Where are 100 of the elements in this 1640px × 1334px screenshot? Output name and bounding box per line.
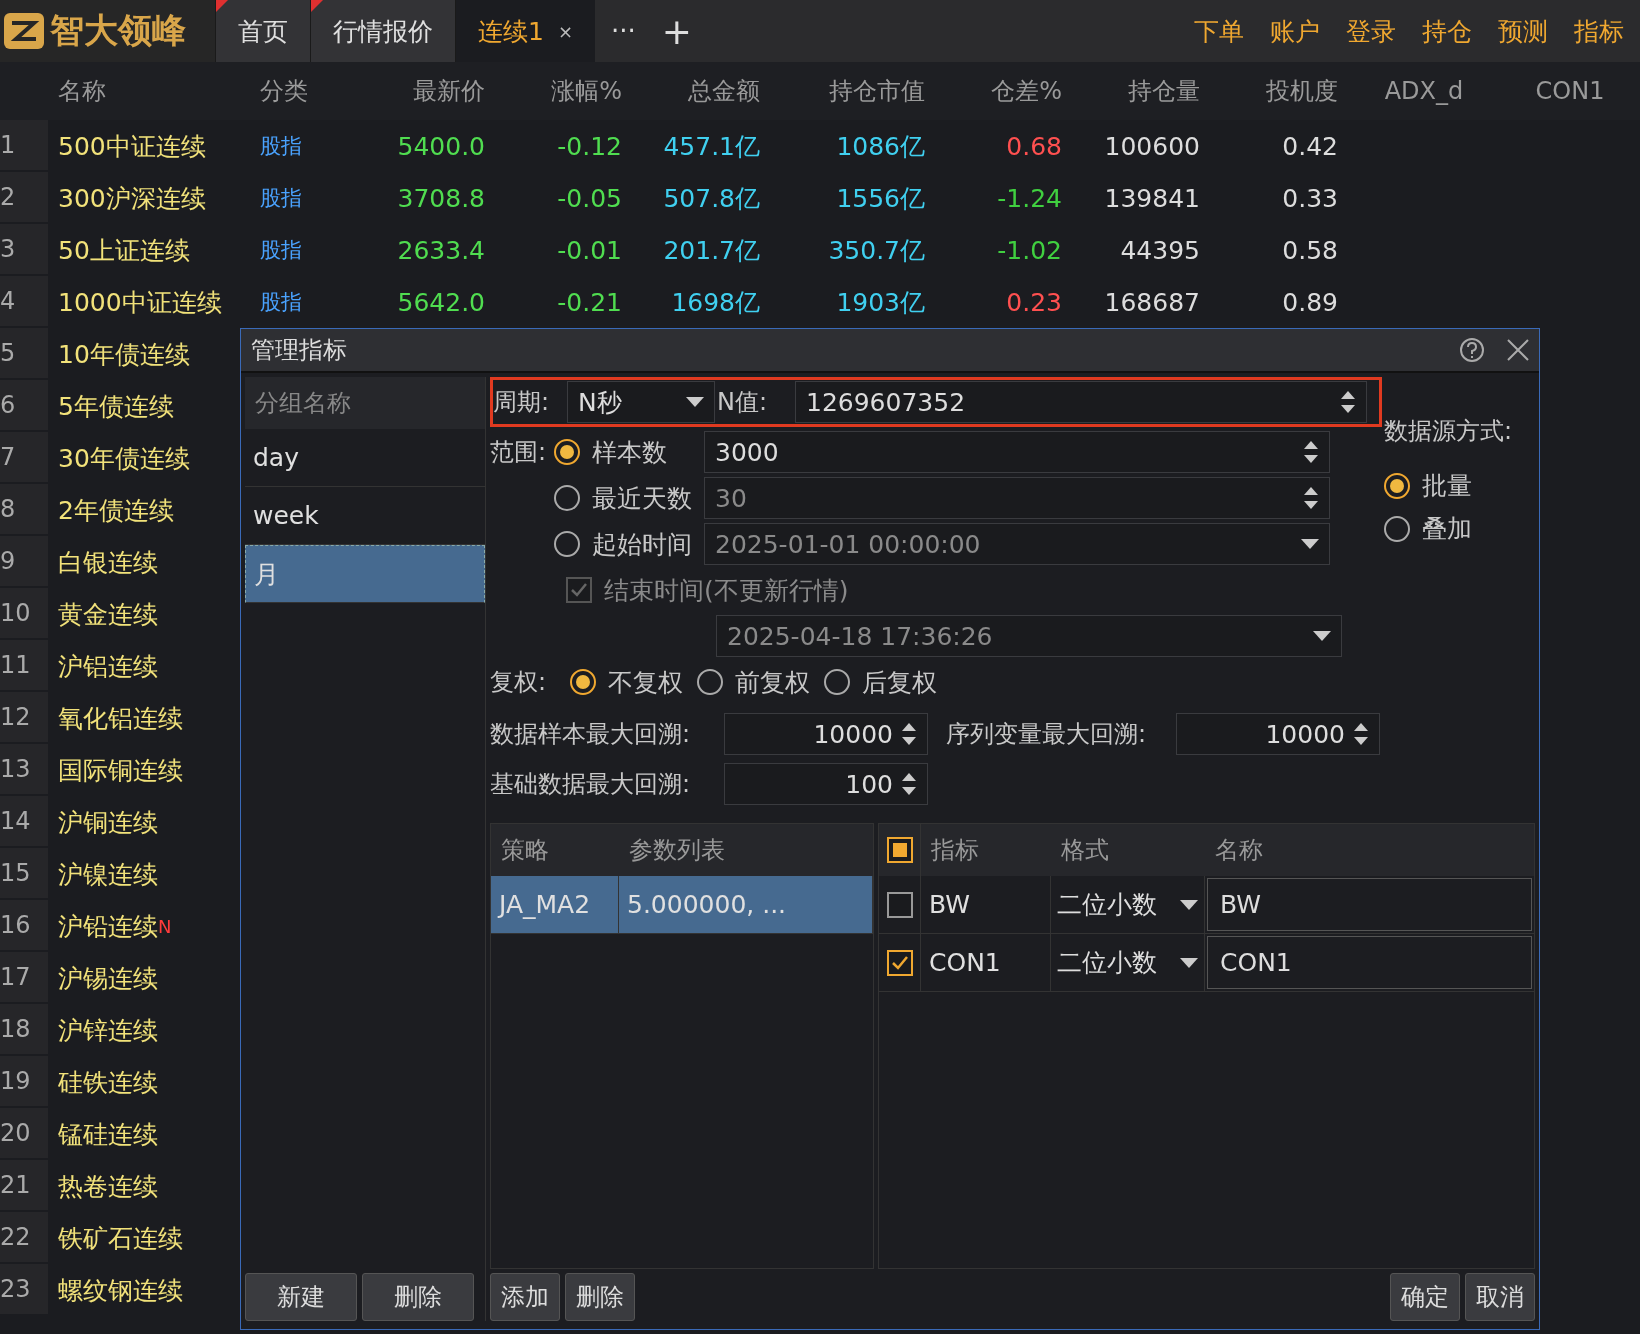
- menu-item[interactable]: 指标: [1574, 14, 1624, 48]
- table-cell-text: 1556亿: [835, 182, 926, 215]
- instrument-name[interactable]: 锰硅连续: [58, 1117, 158, 1151]
- spinner-arrows-icon[interactable]: [1303, 439, 1319, 465]
- table-cell-text: 股指: [259, 185, 303, 212]
- tab[interactable]: 首页: [215, 0, 310, 62]
- spinner-arrows-icon[interactable]: [901, 771, 917, 797]
- column-header: 名称: [1214, 835, 1264, 866]
- table-cell[interactable]: 5.000000, ...: [619, 876, 873, 933]
- menu-item[interactable]: 登录: [1346, 14, 1396, 48]
- instrument-name[interactable]: 5年债连续: [58, 389, 174, 423]
- close-tab-button[interactable]: ×: [557, 20, 573, 42]
- row-number: 2: [0, 172, 48, 224]
- table-cell-text: -0.05: [556, 182, 623, 215]
- n-value-field[interactable]: 1269607352: [795, 381, 1367, 423]
- instrument-name[interactable]: 氧化铝连续: [58, 701, 183, 735]
- instrument-name[interactable]: 铁矿石连续: [58, 1221, 183, 1255]
- strategy-button[interactable]: 添加: [490, 1273, 560, 1321]
- number-field[interactable]: 3000: [704, 431, 1330, 473]
- add-tab-button[interactable]: +: [651, 0, 702, 62]
- tab[interactable]: 行情报价: [310, 0, 455, 62]
- menu-item[interactable]: 账户: [1270, 14, 1320, 48]
- number-field[interactable]: 10000: [724, 713, 928, 755]
- dialog-button[interactable]: 确定: [1390, 1273, 1460, 1321]
- table-cell-text: 5642.0: [396, 286, 486, 319]
- instrument-name[interactable]: 沪铅连续: [58, 909, 158, 943]
- dropdown-caret-icon[interactable]: [1180, 899, 1198, 910]
- spinner-arrows-icon[interactable]: [1353, 721, 1369, 747]
- table-cell[interactable]: JA_MA2: [491, 876, 619, 933]
- row-number: 16: [0, 900, 48, 952]
- table-cell-text: 100600: [1103, 130, 1201, 163]
- spinner-arrows-icon[interactable]: [901, 721, 917, 747]
- instrument-name[interactable]: 沪铜连续: [58, 805, 158, 839]
- date-select[interactable]: 2025-01-01 00:00:00: [704, 523, 1330, 565]
- spinner-arrows-icon[interactable]: [1303, 485, 1319, 511]
- table-cell-text: -0.21: [556, 286, 623, 319]
- format-select[interactable]: 二位小数: [1051, 934, 1205, 991]
- instrument-name[interactable]: 1000中证连续: [58, 285, 222, 319]
- menu-item[interactable]: 预测: [1498, 14, 1548, 48]
- more-tabs-button[interactable]: ···: [595, 0, 652, 62]
- radio-button[interactable]: [1384, 515, 1410, 542]
- menu-item[interactable]: 下单: [1194, 14, 1244, 48]
- dropdown-caret-icon[interactable]: [686, 397, 704, 407]
- number-field[interactable]: 100: [724, 763, 928, 805]
- spinner-arrows-icon[interactable]: [1340, 389, 1356, 415]
- table-cell-text: 168687: [1103, 286, 1201, 319]
- group-item[interactable]: 月: [245, 545, 485, 603]
- date-select[interactable]: 2025-04-18 17:36:26: [716, 615, 1342, 657]
- instrument-name[interactable]: 硅铁连续: [58, 1065, 158, 1099]
- instrument-name[interactable]: 沪铝连续: [58, 649, 158, 683]
- instrument-name[interactable]: 50上证连续: [58, 233, 190, 267]
- instrument-name[interactable]: 30年债连续: [58, 441, 190, 475]
- instrument-name[interactable]: 沪锌连续: [58, 1013, 158, 1047]
- dropdown-caret-icon[interactable]: [1180, 957, 1198, 968]
- name-field[interactable]: CON1: [1207, 936, 1532, 989]
- column-header: 格式: [1060, 835, 1110, 866]
- instrument-name[interactable]: 2年债连续: [58, 493, 174, 527]
- field-label: 基础数据最大回溯:: [490, 769, 692, 800]
- radio-button[interactable]: [554, 439, 580, 465]
- radio-button[interactable]: [824, 669, 850, 695]
- dropdown-caret-icon[interactable]: [1313, 631, 1331, 641]
- number-field[interactable]: 10000: [1176, 713, 1380, 755]
- instrument-name[interactable]: 10年债连续: [58, 337, 190, 371]
- instrument-name[interactable]: 白银连续: [58, 545, 158, 579]
- radio-button[interactable]: [554, 531, 580, 557]
- group-button[interactable]: 删除: [362, 1273, 474, 1321]
- checkbox[interactable]: [886, 891, 913, 918]
- dialog-button[interactable]: 取消: [1465, 1273, 1535, 1321]
- instrument-name[interactable]: 沪镍连续: [58, 857, 158, 891]
- dropdown-caret-icon[interactable]: [1301, 539, 1319, 549]
- instrument-name[interactable]: 热卷连续: [58, 1169, 158, 1203]
- radio-button[interactable]: [1384, 472, 1410, 499]
- dialog-title: 管理指标: [251, 335, 347, 366]
- row-number: 5: [0, 328, 48, 380]
- instrument-name[interactable]: 300沪深连续: [58, 181, 206, 215]
- group-item[interactable]: day: [245, 429, 485, 487]
- tab[interactable]: 连续1 ×: [455, 0, 595, 62]
- format-select[interactable]: 二位小数: [1051, 876, 1205, 933]
- instrument-name[interactable]: 螺纹钢连续: [58, 1273, 183, 1307]
- row-number: 4: [0, 276, 48, 328]
- radio-button[interactable]: [697, 669, 723, 695]
- number-field[interactable]: 30: [704, 477, 1330, 519]
- row-number: 7: [0, 432, 48, 484]
- name-field[interactable]: BW: [1207, 878, 1532, 931]
- radio-button[interactable]: [570, 669, 596, 695]
- checkbox[interactable]: [566, 577, 592, 603]
- close-icon[interactable]: [1507, 339, 1529, 361]
- group-button[interactable]: 新建: [245, 1273, 357, 1321]
- menu-item[interactable]: 持仓: [1422, 14, 1472, 48]
- instrument-name[interactable]: 国际铜连续: [58, 753, 183, 787]
- instrument-name[interactable]: 黄金连续: [58, 597, 158, 631]
- strategy-button[interactable]: 删除: [565, 1273, 635, 1321]
- help-icon[interactable]: [1459, 337, 1485, 363]
- instrument-name[interactable]: 沪锡连续: [58, 961, 158, 995]
- period-select[interactable]: N秒: [567, 381, 715, 423]
- checkbox[interactable]: [886, 837, 913, 863]
- instrument-name[interactable]: 500中证连续: [58, 129, 206, 163]
- option-label: 样本数: [592, 436, 668, 469]
- radio-button[interactable]: [554, 485, 580, 511]
- checkbox[interactable]: [886, 949, 913, 976]
